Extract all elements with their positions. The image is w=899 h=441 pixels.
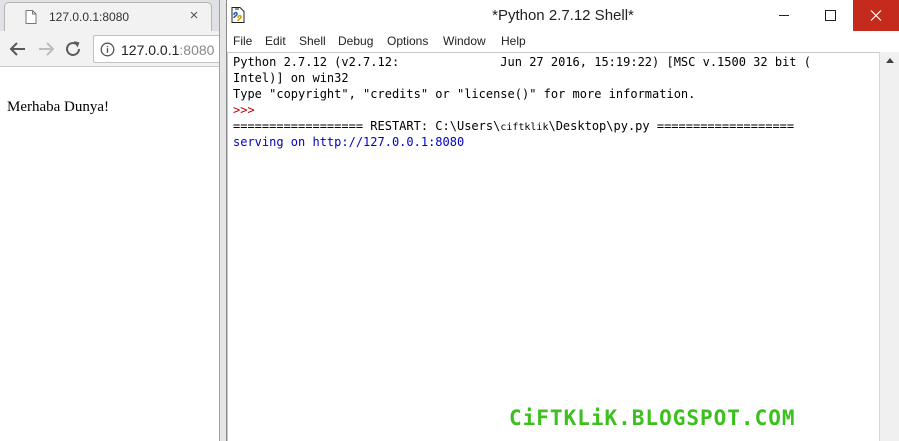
restart-prefix: ================== RESTART: C:\Users\ — [233, 119, 501, 133]
tab-title: 127.0.0.1:8080 — [49, 10, 130, 24]
menu-shell[interactable]: Shell — [299, 34, 326, 48]
shell-text-area[interactable]: Python 2.7.12 (v2.7.12: Jun 27 2016, 15:… — [227, 52, 879, 441]
restart-user: ciftklik — [500, 122, 549, 133]
vertical-scrollbar[interactable] — [879, 52, 899, 441]
tab-strip: 127.0.0.1:8080 × — [0, 0, 219, 31]
menu-options[interactable]: Options — [387, 34, 428, 48]
watermark-text: CiFTKLiK.BLOGSPOT.COM — [509, 406, 796, 430]
info-icon[interactable] — [100, 42, 115, 57]
page-text: Merhaba Dunya! — [7, 99, 110, 115]
browser-toolbar: 127.0.0.1:8080 — [0, 31, 219, 67]
restart-suffix: \Desktop\py.py =================== — [548, 119, 795, 133]
browser-tab[interactable]: 127.0.0.1:8080 × — [4, 2, 212, 31]
address-url: 127.0.0.1:8080 — [121, 42, 214, 58]
url-port: :8080 — [179, 42, 215, 58]
title-bar[interactable]: *Python 2.7.12 Shell* — [227, 0, 899, 31]
window-separator — [219, 0, 227, 441]
banner-line-2: Intel)] on win32 — [233, 71, 349, 85]
forward-arrow-icon[interactable] — [35, 38, 57, 60]
menu-debug[interactable]: Debug — [338, 34, 373, 48]
maximize-icon[interactable] — [807, 0, 853, 31]
reload-icon[interactable] — [62, 38, 84, 60]
server-output-line: serving on http://127.0.0.1:8080 — [233, 135, 465, 149]
menu-file[interactable]: File — [233, 34, 252, 48]
banner-line-1: Python 2.7.12 (v2.7.12: Jun 27 2016, 15:… — [233, 55, 811, 69]
close-icon[interactable] — [853, 0, 899, 31]
page-content: Merhaba Dunya! — [0, 67, 219, 441]
minimize-icon[interactable] — [761, 0, 807, 31]
address-bar[interactable]: 127.0.0.1:8080 — [93, 35, 219, 63]
menu-help[interactable]: Help — [501, 34, 526, 48]
url-host: 127.0.0.1 — [121, 42, 180, 58]
restart-line: ================== RESTART: C:\Users\cif… — [233, 119, 794, 133]
menu-edit[interactable]: Edit — [265, 34, 286, 48]
menu-window[interactable]: Window — [443, 34, 486, 48]
idle-shell-window: *Python 2.7.12 Shell* File Edit Shell De… — [227, 0, 899, 441]
file-icon — [25, 10, 37, 24]
shell-prompt: >>> — [233, 103, 255, 117]
scroll-up-arrow-icon[interactable] — [880, 52, 899, 69]
back-arrow-icon[interactable] — [7, 38, 29, 60]
banner-line-3: Type "copyright", "credits" or "license(… — [233, 87, 696, 101]
tab-close-icon[interactable]: × — [186, 7, 202, 25]
menu-bar: File Edit Shell Debug Options Window Hel… — [227, 31, 899, 52]
browser-window: 127.0.0.1:8080 × 127.0.0.1:8080 Merhaba … — [0, 0, 219, 441]
python-idle-icon[interactable] — [229, 6, 247, 24]
